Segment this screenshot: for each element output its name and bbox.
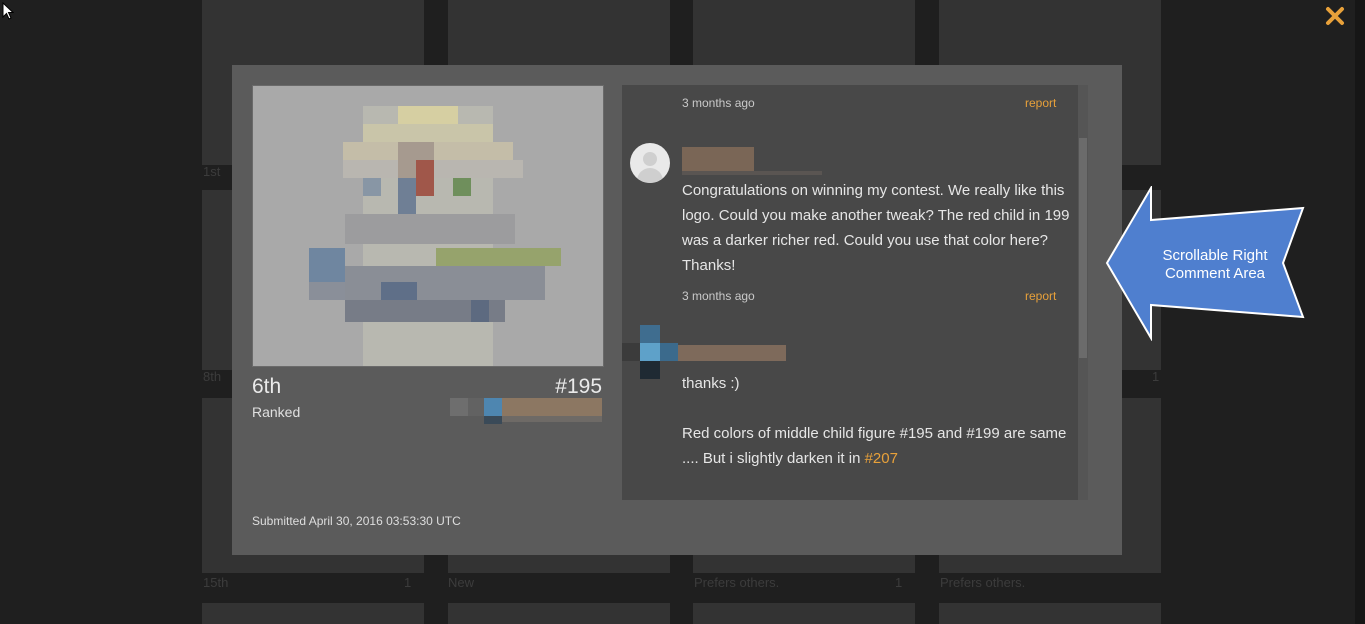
- close-button[interactable]: [1325, 6, 1345, 31]
- gallery-comment-count: 1: [404, 575, 412, 590]
- gallery-caption: New: [448, 575, 475, 590]
- entry-number: #195: [555, 375, 602, 398]
- reply-text: Red colors of middle child figure #195 a…: [682, 421, 1077, 471]
- report-link[interactable]: report: [1025, 289, 1056, 303]
- gallery-card: [448, 603, 670, 624]
- window-edge: [1355, 0, 1365, 624]
- submitted-date: Submitted April 30, 2016 03:53:30 UTC: [252, 514, 461, 528]
- gallery-card: [202, 603, 424, 624]
- comment-timestamp: 3 months ago: [682, 96, 755, 110]
- entry-link[interactable]: #207: [865, 450, 898, 467]
- comments-panel[interactable]: 3 months ago report Congratulations on w…: [622, 85, 1088, 500]
- designer-name-redacted[interactable]: [450, 398, 602, 424]
- reply-text-thanks: thanks :): [682, 375, 740, 392]
- gallery-caption: Prefers others.: [940, 575, 1026, 590]
- entry-image-pixelated[interactable]: [252, 85, 604, 367]
- close-x-icon: [1326, 7, 1344, 25]
- rank-value: 6th: [252, 375, 282, 398]
- rank-label: Ranked: [252, 404, 301, 420]
- entry-modal: 6th Ranked #195 Submitted April 30, 2016…: [232, 65, 1122, 555]
- comment-text: Congratulations on winning my contest. W…: [682, 182, 1070, 274]
- gallery-card: [939, 603, 1161, 624]
- report-link[interactable]: report: [1025, 96, 1056, 110]
- gallery-caption: 1st: [203, 164, 221, 179]
- mouse-cursor-icon: [2, 2, 14, 20]
- comment-timestamp: 3 months ago: [682, 289, 755, 303]
- default-avatar-icon: [630, 143, 670, 183]
- gallery-caption: 15th: [203, 575, 229, 590]
- gallery-card: [693, 603, 915, 624]
- gallery-caption: 8th: [203, 369, 222, 384]
- scrollbar-thumb[interactable]: [1079, 138, 1087, 358]
- gallery-comment-count: 1: [895, 575, 903, 590]
- gallery-caption: Prefers others.: [694, 575, 780, 590]
- commenter-name-redacted[interactable]: [682, 147, 822, 175]
- callout-label: Scrollable Right Comment Area: [1162, 247, 1268, 282]
- gallery-comment-count: 1: [1152, 369, 1160, 384]
